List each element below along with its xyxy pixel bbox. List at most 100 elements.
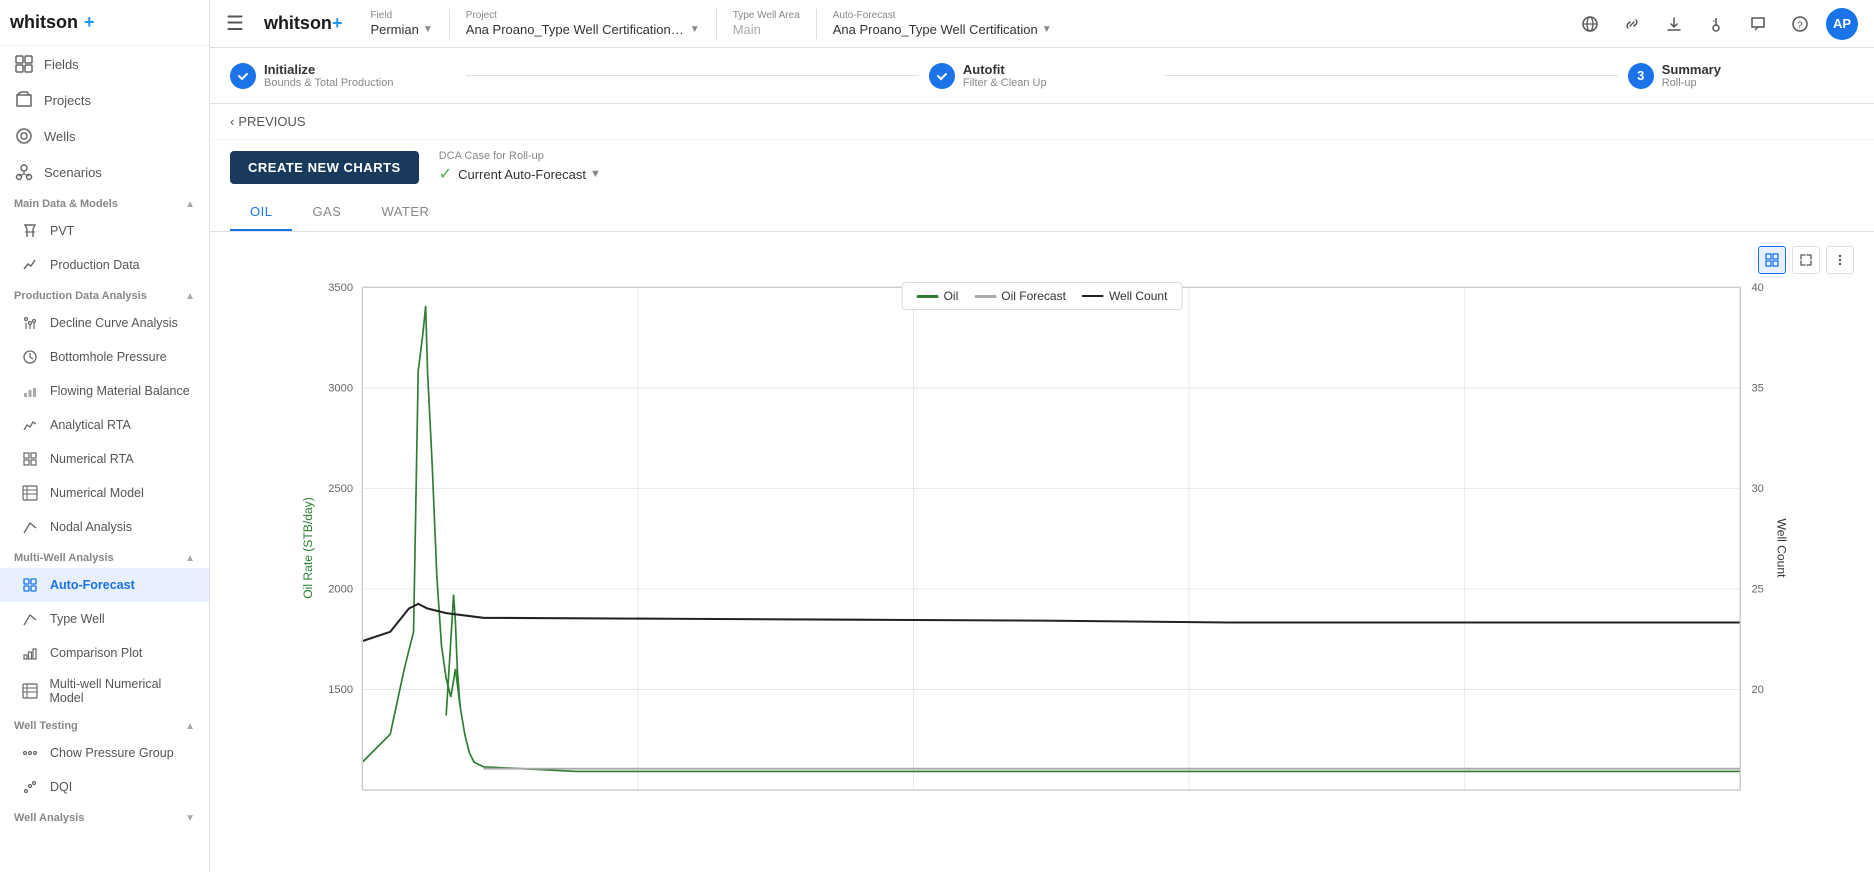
sidebar-item-analytical-rta[interactable]: Analytical RTA (0, 408, 209, 442)
sidebar-item-decline-curve-analysis[interactable]: Decline Curve Analysis (0, 306, 209, 340)
tab-oil[interactable]: OIL (230, 194, 292, 231)
section-well-testing[interactable]: Well Testing ▲ (0, 712, 209, 736)
field-value-text: Permian (370, 22, 418, 37)
project-dropdown[interactable]: Ana Proano_Type Well Certification_Jan- … (466, 22, 700, 37)
section-main-data-models[interactable]: Main Data & Models ▲ (0, 190, 209, 214)
grid-view-icon-btn[interactable] (1758, 246, 1786, 274)
sidebar-item-multi-well-numerical-model[interactable]: Multi-well Numerical Model (0, 670, 209, 712)
step-summary-info: Summary Roll-up (1662, 62, 1721, 89)
field-dropdown[interactable]: Permian ▼ (370, 22, 432, 37)
section-well-analysis[interactable]: Well Analysis ▼ (0, 804, 209, 828)
sidebar-item-pvt[interactable]: PVT (0, 214, 209, 248)
topbar: ☰ whitson+ Field Permian ▼ Project Ana P… (210, 0, 1874, 48)
step-autofit-sub: Filter & Clean Up (963, 77, 1047, 89)
phase-tabs: OIL GAS WATER (210, 194, 1874, 232)
project-arrow-icon: ▼ (690, 24, 700, 35)
dca-case-label: DCA Case for Roll-up (439, 150, 601, 162)
numerical-model-icon (20, 483, 40, 503)
legend-oil-forecast-label: Oil Forecast (1001, 289, 1066, 303)
sidebar-item-fields[interactable]: Fields (0, 46, 209, 82)
sidebar-item-projects-label: Projects (44, 93, 91, 108)
sidebar-item-bottomhole-pressure-label: Bottomhole Pressure (50, 350, 167, 364)
sidebar-item-flowing-material-balance-label: Flowing Material Balance (50, 384, 190, 398)
sidebar-item-type-well[interactable]: Type Well (0, 602, 209, 636)
sidebar-item-scenarios-label: Scenarios (44, 165, 102, 180)
sidebar-item-auto-forecast-label: Auto-Forecast (50, 578, 135, 592)
numerical-rta-icon (20, 449, 40, 469)
auto-forecast-dropdown[interactable]: Ana Proano_Type Well Certification ▼ (833, 22, 1052, 37)
tab-gas[interactable]: GAS (292, 194, 361, 231)
globe-icon-btn[interactable] (1574, 8, 1606, 40)
analytical-rta-icon (20, 415, 40, 435)
thermometer-icon-btn[interactable] (1700, 8, 1732, 40)
expand-icon-btn[interactable] (1792, 246, 1820, 274)
sidebar-item-dqi[interactable]: DQI (0, 770, 209, 804)
section-production-data-analysis[interactable]: Production Data Analysis ▲ (0, 282, 209, 306)
chat-icon-btn[interactable] (1742, 8, 1774, 40)
project-label: Project (466, 10, 700, 21)
step-summary-circle: 3 (1628, 63, 1654, 89)
svg-text:2500: 2500 (328, 483, 353, 495)
dca-case-value: Current Auto-Forecast (458, 167, 586, 182)
legend-well-count: Well Count (1082, 289, 1167, 303)
more-vert-icon-btn[interactable] (1826, 246, 1854, 274)
link-icon-btn[interactable] (1616, 8, 1648, 40)
sidebar-item-numerical-model[interactable]: Numerical Model (0, 476, 209, 510)
create-new-charts-button[interactable]: CREATE NEW CHARTS (230, 151, 419, 184)
sidebar-item-wells[interactable]: Wells (0, 118, 209, 154)
type-well-area-text: Main (733, 22, 761, 37)
auto-forecast-group: Auto-Forecast Ana Proano_Type Well Certi… (833, 10, 1052, 37)
pvt-icon (20, 221, 40, 241)
dca-case-group: DCA Case for Roll-up ✓ Current Auto-Fore… (439, 150, 601, 184)
topbar-right: ? AP (1574, 8, 1858, 40)
sidebar-item-flowing-material-balance[interactable]: Flowing Material Balance (0, 374, 209, 408)
sidebar-item-numerical-rta[interactable]: Numerical RTA (0, 442, 209, 476)
section-multi-well-analysis[interactable]: Multi-Well Analysis ▲ (0, 544, 209, 568)
fields-icon (14, 54, 34, 74)
chart-toolbar (220, 242, 1864, 278)
sidebar-item-scenarios[interactable]: Scenarios (0, 154, 209, 190)
sidebar-item-type-well-label: Type Well (50, 612, 105, 626)
sidebar-item-nodal-analysis-label: Nodal Analysis (50, 520, 132, 534)
svg-text:Well Count: Well Count (1775, 519, 1789, 579)
legend-oil-label: Oil (944, 289, 959, 303)
content-area: ‹ PREVIOUS CREATE NEW CHARTS DCA Case fo… (210, 104, 1874, 872)
main-chart-svg[interactable]: 3500 3000 2500 2000 1500 40 35 30 25 20 … (220, 278, 1864, 818)
sidebar-logo-text: whitson (10, 12, 78, 33)
tab-water[interactable]: WATER (361, 194, 449, 231)
dca-check-icon: ✓ (439, 164, 452, 184)
sidebar-item-nodal-analysis[interactable]: Nodal Analysis (0, 510, 209, 544)
step-autofit-circle (929, 63, 955, 89)
sidebar-item-multi-well-numerical-model-label: Multi-well Numerical Model (49, 677, 195, 705)
topbar-separator-1 (449, 9, 450, 39)
sidebar-item-projects[interactable]: Projects (0, 82, 209, 118)
help-icon-btn[interactable]: ? (1784, 8, 1816, 40)
legend-oil-forecast: Oil Forecast (974, 289, 1066, 303)
section-well-testing-chevron: ▲ (185, 721, 195, 732)
sidebar-item-chow-pressure-group-label: Chow Pressure Group (50, 746, 174, 760)
sidebar-item-chow-pressure-group[interactable]: Chow Pressure Group (0, 736, 209, 770)
section-production-data-analysis-chevron: ▲ (185, 291, 195, 302)
sidebar-item-production-data[interactable]: Production Data (0, 248, 209, 282)
svg-text:30: 30 (1751, 483, 1763, 495)
scenarios-icon (14, 162, 34, 182)
step-autofit[interactable]: Autofit Filter & Clean Up (929, 58, 1155, 93)
sidebar-item-auto-forecast[interactable]: Auto-Forecast (0, 568, 209, 602)
type-well-area-value: Main (733, 22, 800, 37)
legend-oil: Oil (917, 289, 959, 303)
dca-case-select-row: ✓ Current Auto-Forecast ▼ (439, 164, 601, 184)
nodal-analysis-icon (20, 517, 40, 537)
step-initialize-info: Initialize Bounds & Total Production (264, 62, 393, 89)
bottomhole-pressure-icon (20, 347, 40, 367)
user-avatar[interactable]: AP (1826, 8, 1858, 40)
menu-icon[interactable]: ☰ (226, 11, 244, 36)
wells-icon (14, 126, 34, 146)
sidebar-item-bottomhole-pressure[interactable]: Bottomhole Pressure (0, 340, 209, 374)
previous-button[interactable]: ‹ PREVIOUS (230, 114, 306, 129)
dca-case-dropdown[interactable]: Current Auto-Forecast ▼ (458, 167, 601, 182)
download-icon-btn[interactable] (1658, 8, 1690, 40)
step-summary[interactable]: 3 Summary Roll-up (1628, 58, 1854, 93)
sidebar-item-comparison-plot[interactable]: Comparison Plot (0, 636, 209, 670)
step-initialize[interactable]: Initialize Bounds & Total Production (230, 58, 456, 93)
topbar-separator-2 (716, 9, 717, 39)
